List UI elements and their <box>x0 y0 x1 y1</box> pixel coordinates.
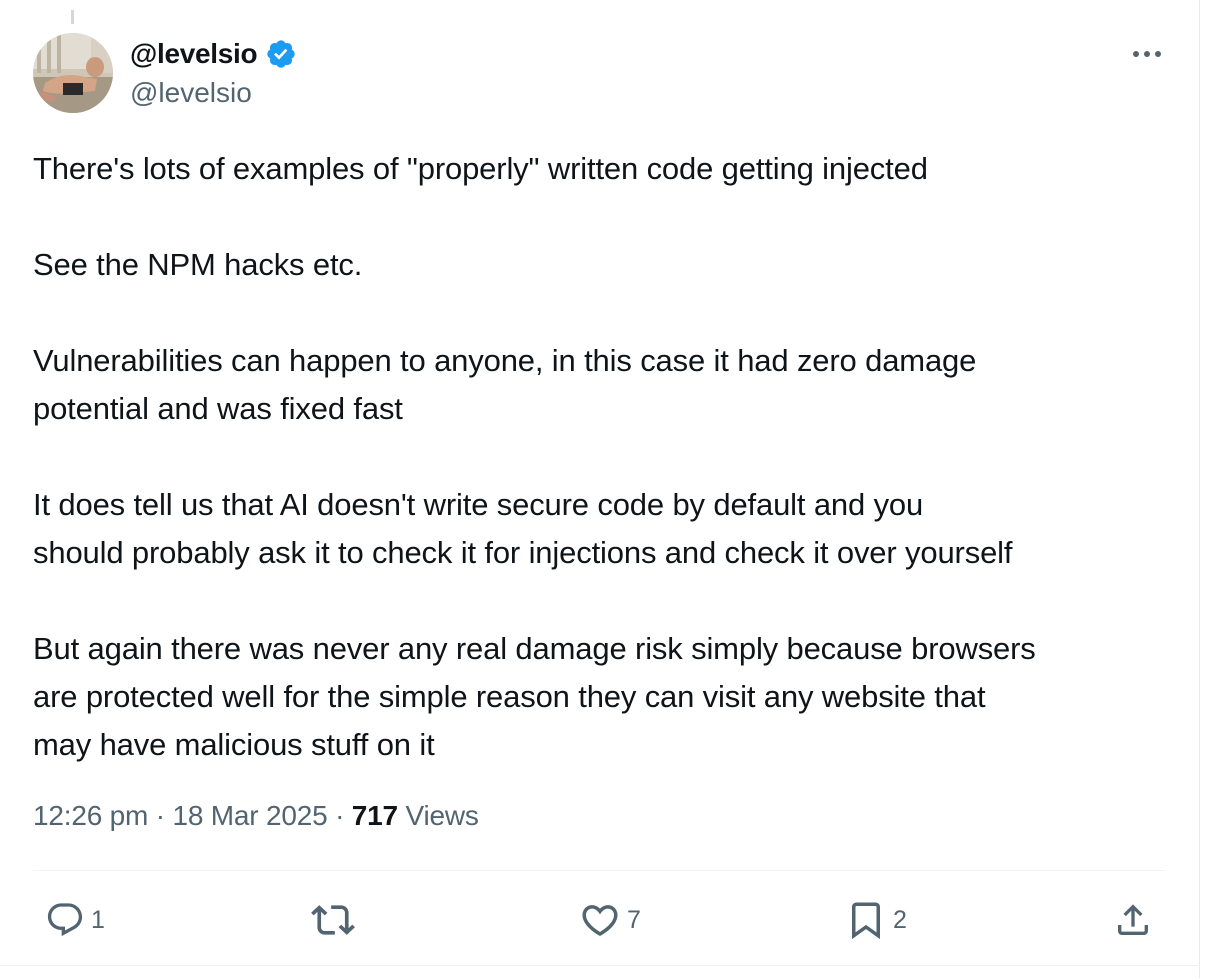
tweet-line: See the NPM hacks etc. <box>33 247 363 282</box>
tweet-text: There's lots of examples of "properly" w… <box>33 145 1183 769</box>
tweet-line: It does tell us that AI doesn't write se… <box>33 487 924 522</box>
tweet-time[interactable]: 12:26 pm <box>33 800 148 831</box>
more-options-icon[interactable] <box>1129 36 1165 72</box>
share-icon <box>1118 904 1148 935</box>
reply-icon <box>47 903 83 937</box>
tweet-line: But again there was never any real damag… <box>33 631 1036 666</box>
tweet-metadata: 12:26 pm · 18 Mar 2025 · 717 Views <box>33 800 479 832</box>
tweet-line: potential and was fixed fast <box>33 391 403 426</box>
bookmark-icon <box>852 902 880 940</box>
like-count: 7 <box>627 905 641 934</box>
tweet-bottom-border <box>0 965 1200 966</box>
display-name[interactable]: @levelsio <box>130 38 258 70</box>
reply-button[interactable]: 1 <box>45 896 105 944</box>
bookmark-button[interactable]: 2 <box>845 896 907 944</box>
separator-dot: · <box>155 800 165 831</box>
bookmark-count: 2 <box>893 905 907 934</box>
tweet-line: There's lots of examples of "properly" w… <box>33 151 928 186</box>
like-button[interactable]: 7 <box>579 896 641 944</box>
views-label: Views <box>405 800 479 831</box>
share-button[interactable] <box>1113 896 1153 944</box>
column-border <box>1199 0 1200 978</box>
action-bar: 1 7 2 <box>0 896 1208 944</box>
divider <box>33 870 1165 871</box>
tweet-line: are protected well for the simple reason… <box>33 679 986 714</box>
tweet-date[interactable]: 18 Mar 2025 <box>172 800 327 831</box>
views-count: 717 <box>351 800 398 831</box>
tweet-line: Vulnerabilities can happen to anyone, in… <box>33 343 977 378</box>
reply-count: 1 <box>91 905 105 934</box>
tweet-line: should probably ask it to check it for i… <box>33 535 1013 570</box>
heart-icon <box>582 905 618 937</box>
retweet-button[interactable] <box>311 896 355 944</box>
tweet-line: may have malicious stuff on it <box>33 727 435 762</box>
thread-connector-line <box>71 10 74 24</box>
verified-badge-icon[interactable] <box>265 38 297 70</box>
retweet-icon <box>311 905 355 935</box>
username-handle[interactable]: @levelsio <box>130 77 252 109</box>
avatar[interactable] <box>33 33 113 113</box>
separator-dot: · <box>335 800 345 831</box>
